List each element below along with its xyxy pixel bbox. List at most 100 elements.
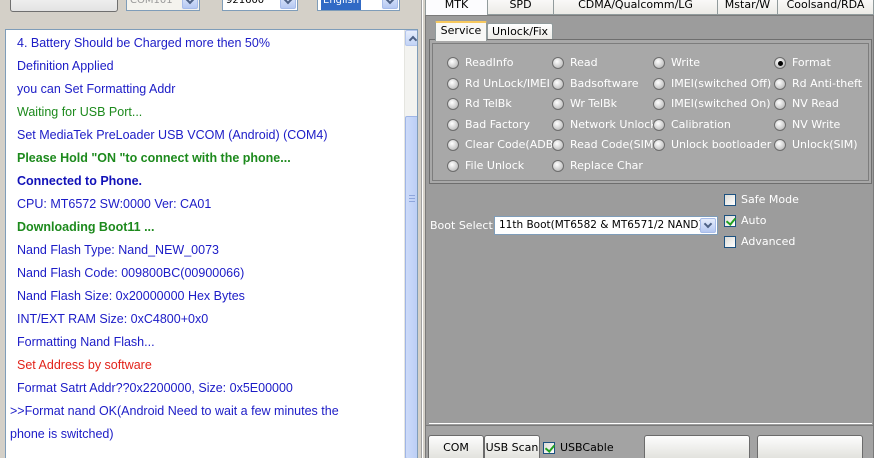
usb-cable-checkbox[interactable]: USBCable (543, 440, 614, 456)
radio-label: Network Unlock (570, 117, 657, 131)
log-line: CPU: MT6572 SW:0000 Ver: CA01 (17, 197, 212, 211)
radio-rd-telbk[interactable]: Rd TelBk (447, 96, 512, 112)
tab-service[interactable]: Service (435, 21, 487, 41)
advanced-checkbox[interactable]: Advanced (724, 234, 795, 250)
safe-mode-checkbox[interactable]: Safe Mode (724, 192, 799, 208)
radio-calibration[interactable]: Calibration (653, 117, 731, 133)
radio-icon (447, 77, 459, 90)
top-toolbar: COM101 921600 English (0, 0, 420, 14)
log-lines: 4. Battery Should be Charged more then 5… (10, 32, 400, 446)
log-panel: 4. Battery Should be Charged more then 5… (5, 29, 418, 458)
com-scan-button[interactable]: COM Scan (428, 435, 484, 458)
radio-imei-switched-off[interactable]: IMEI(switched Off) (653, 76, 771, 92)
splitter[interactable] (421, 0, 423, 458)
chevron-down-icon[interactable] (700, 218, 716, 233)
log-line: Set Address by software (17, 358, 152, 372)
radio-unlock-bootloader[interactable]: Unlock bootloader (653, 137, 771, 153)
radio-file-unlock[interactable]: File Unlock (447, 158, 524, 174)
service-options-group: ReadInfo Read Write Format Rd UnLock/IMEI Bad… (429, 39, 872, 184)
radio-badsoftware[interactable]: Badsoftware (552, 76, 639, 92)
boot-select-value: 11th Boot(MT6582 & MT6571/2 NAND) (499, 219, 703, 231)
radio-unlock-sim[interactable]: Unlock(SIM) (774, 137, 858, 153)
radio-nv-read[interactable]: NV Read (774, 96, 839, 112)
log-scrollbar[interactable] (404, 30, 417, 458)
radio-label: Calibration (671, 117, 731, 131)
radio-icon (552, 77, 564, 90)
radio-icon (653, 98, 665, 111)
radio-wr-telbk[interactable]: Wr TelBk (552, 96, 617, 112)
radio-rd-anti-theft[interactable]: Rd Anti-theft (774, 76, 862, 92)
log-line: Downloading Boot11 ... (17, 220, 155, 234)
radio-label: Bad Factory (465, 117, 530, 131)
chevron-down-icon[interactable] (280, 0, 296, 9)
log-line: Set MediaTek PreLoader USB VCOM (Android… (17, 128, 328, 142)
radio-label: NV Read (792, 97, 839, 111)
tab-unlock-fix[interactable]: Unlock/Fix (487, 23, 553, 40)
radio-nv-write[interactable]: NV Write (774, 117, 840, 133)
scroll-thumb[interactable] (405, 116, 417, 458)
radio-imei-switched-on[interactable]: IMEI(switched On) (653, 96, 771, 112)
radio-icon (447, 118, 459, 131)
radio-label: Rd Anti-theft (792, 76, 863, 90)
language-select[interactable]: English (317, 0, 400, 11)
tab-mtk[interactable]: MTK (425, 0, 488, 16)
radio-icon (653, 57, 665, 69)
radio-label: Rd TelBk (465, 97, 512, 111)
baud-rate-select[interactable]: 921600 (222, 0, 298, 11)
safe-mode-label: Safe Mode (741, 193, 799, 206)
com-port-select[interactable]: COM101 (126, 0, 200, 11)
radio-label: Format (792, 56, 831, 69)
radio-icon (653, 77, 665, 90)
radio-label: Unlock bootloader (671, 138, 772, 152)
radio-format[interactable]: Format (774, 55, 831, 71)
radio-network-unlock[interactable]: Network Unlock (552, 117, 657, 133)
radio-label: Read Code(SIM) (570, 138, 658, 152)
log-line: >>Format nand OK(Android Need to wait a … (10, 404, 339, 418)
mtk-tab-content: Service Unlock/Fix ReadInfo Read Write Form… (425, 15, 874, 458)
tab-mstar-w[interactable]: Mstar/W (717, 0, 778, 15)
radio-label: IMEI(switched On) (671, 97, 771, 111)
checkbox-checked-icon (543, 442, 555, 454)
usb-cable-label: USBCable (560, 441, 614, 454)
radio-icon (447, 98, 459, 111)
service-options-grid: ReadInfo Read Write Format Rd UnLock/IMEI Bad… (432, 43, 869, 181)
radio-icon (653, 118, 665, 131)
boot-select[interactable]: 11th Boot(MT6582 & MT6571/2 NAND) (494, 216, 718, 235)
radio-label: Badsoftware (570, 76, 639, 90)
radio-label: ReadInfo (465, 56, 514, 69)
radio-write[interactable]: Write (653, 55, 700, 71)
radio-label: File Unlock (465, 159, 525, 172)
auto-checkbox[interactable]: Auto (724, 213, 767, 229)
log-line: Please Hold "ON "to connect with the pho… (17, 151, 291, 165)
tab-cdma-qualcomm-lg[interactable]: CDMA/Qualcomm/LG (553, 0, 718, 15)
radio-clear-code-adb[interactable]: Clear Code(ADB) (447, 137, 558, 153)
radio-rd-unlock-imei[interactable]: Rd UnLock/IMEI (447, 76, 550, 92)
chevron-down-icon[interactable] (182, 0, 198, 9)
tab-spd[interactable]: SPD (487, 0, 554, 15)
log-line: INT/EXT RAM Size: 0xC4800+0x0 (17, 312, 209, 326)
radio-label: Clear Code(ADB) (465, 138, 558, 152)
action-button-2[interactable] (757, 435, 863, 458)
radio-icon (774, 77, 786, 90)
main-tabs: MTK SPD CDMA/Qualcomm/LG Mstar/W Coolsan… (425, 0, 874, 16)
usb-scan-button[interactable]: USB Scan (484, 435, 540, 458)
radio-icon (774, 139, 786, 152)
radio-readinfo[interactable]: ReadInfo (447, 55, 513, 71)
radio-label: Read (570, 56, 598, 69)
radio-icon (447, 57, 459, 69)
chevron-down-icon[interactable] (382, 0, 398, 9)
radio-icon (552, 139, 564, 152)
scroll-up-button[interactable] (405, 30, 417, 46)
radio-replace-char[interactable]: Replace Char (552, 158, 643, 174)
radio-read[interactable]: Read (552, 55, 598, 71)
tab-coolsand-rda[interactable]: Coolsand/RDA (777, 0, 874, 15)
grip-icon (409, 195, 415, 202)
radio-read-code-sim[interactable]: Read Code(SIM) (552, 137, 658, 153)
action-button-1[interactable] (644, 435, 750, 458)
radio-bad-factory[interactable]: Bad Factory (447, 117, 530, 133)
top-action-button[interactable] (10, 0, 118, 12)
baud-rate-value: 921600 (226, 0, 265, 6)
radio-icon (447, 160, 459, 172)
usb-cable-check: USBCable (543, 440, 614, 456)
log-line: Connected to Phone. (17, 174, 142, 188)
